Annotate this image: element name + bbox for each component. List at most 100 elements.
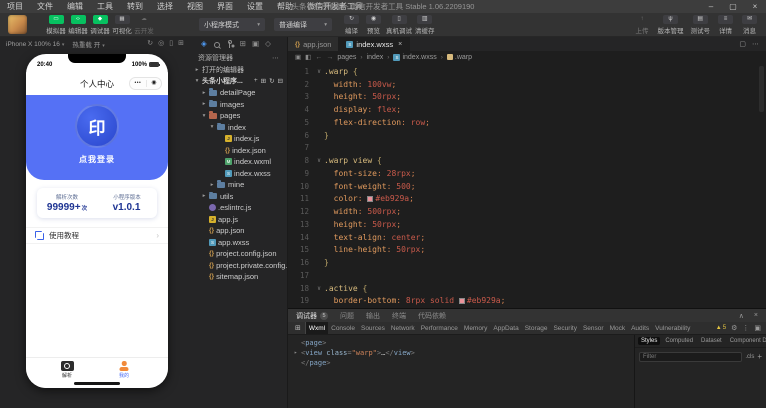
tree-item[interactable]: S index.wxss	[190, 168, 287, 180]
fold-icon[interactable]: ∨	[314, 68, 324, 75]
breadcrumb-item[interactable]: index	[367, 54, 384, 61]
exit-icon[interactable]: ◉	[151, 77, 156, 90]
user-avatar[interactable]	[8, 15, 27, 34]
window-icon[interactable]: ▣	[252, 37, 259, 51]
wxml-tree[interactable]: < page > ▸ < view class = "warp" >… </view > </pa…	[288, 335, 634, 408]
editor-tab[interactable]: Sindex.wxss ×	[339, 37, 411, 51]
tree-item[interactable]: ▾ pages	[190, 110, 287, 122]
compile-button[interactable]: ↻ 编译	[342, 14, 361, 35]
toggle-cloud[interactable]: ☁ 云开发	[133, 15, 155, 35]
code-line[interactable]: 2 width: 100vw;	[288, 78, 766, 91]
wxml-node[interactable]: < page >	[294, 338, 628, 348]
login-button[interactable]: 点我登录	[79, 154, 115, 165]
code-line[interactable]: 9 font-size: 28rpx;	[288, 167, 766, 180]
code-line[interactable]: 6 }	[288, 129, 766, 142]
menu-item[interactable]: 工具	[90, 0, 120, 13]
debugger-panel-tab[interactable]: 代码依赖	[418, 311, 446, 321]
code-line[interactable]: 5 flex-direction: row;	[288, 116, 766, 129]
menu-item[interactable]: 转到	[120, 0, 150, 13]
devtools-tab-storage[interactable]: Storage	[522, 322, 551, 334]
tree-item[interactable]: {} project.private.config.js...	[190, 260, 287, 272]
new-folder-icon[interactable]: ⊞	[261, 77, 266, 85]
inspect-icon[interactable]: ◎	[158, 37, 164, 51]
test-account-button[interactable]: ▤ 测试号	[691, 14, 710, 35]
gear-icon[interactable]: ⚙	[731, 324, 737, 332]
devtools-tab-performance[interactable]: Performance	[418, 322, 461, 334]
devtools-tab-vulnerability[interactable]: Vulnerability	[652, 322, 693, 334]
hot-reload-toggle[interactable]: 热重载 开 ▾	[72, 39, 104, 49]
tree-item[interactable]: ▾ index	[190, 122, 287, 134]
compile-mode-dropdown[interactable]: 普通编译 ▾	[274, 18, 332, 31]
toggle-visualization[interactable]: ▦ 可视化	[111, 14, 133, 35]
wxml-node[interactable]: ▸ < view class = "warp" >… </view >	[294, 348, 628, 358]
code-line[interactable]: 12 width: 500rpx;	[288, 205, 766, 218]
forward-icon[interactable]: →	[326, 54, 333, 61]
preview-button[interactable]: ◉ 预览	[364, 14, 383, 35]
search-icon[interactable]	[213, 40, 221, 49]
back-icon[interactable]: ←	[315, 54, 322, 61]
collapse-panel-icon[interactable]: ∧	[739, 312, 744, 320]
more-actions-icon[interactable]: ⋯	[752, 40, 759, 48]
menu-item[interactable]: 界面	[210, 0, 240, 13]
tree-item[interactable]: .eslintrc.js	[190, 202, 287, 214]
code-line[interactable]: 15 line-height: 50rpx;	[288, 244, 766, 257]
device-icon[interactable]: ▯	[169, 37, 173, 51]
code-line[interactable]: 19 border-bottom: 8rpx solid #eb929a;	[288, 295, 766, 308]
devtools-tab-mock[interactable]: Mock	[607, 322, 629, 334]
tabbar-item-parse[interactable]: 解析	[60, 361, 74, 379]
devtools-tab-appdata[interactable]: AppData	[490, 322, 521, 334]
tree-item[interactable]: ▸ mine	[190, 179, 287, 191]
menu-item[interactable]: 帮助	[270, 0, 300, 13]
explorer-compass-icon[interactable]: ◈	[201, 37, 207, 51]
layout-icon[interactable]: ▣	[295, 53, 301, 61]
multi-window-icon[interactable]: ⊞	[178, 37, 184, 51]
mode-dropdown[interactable]: 小程序模式 ▾	[199, 18, 265, 31]
more-icon[interactable]: ⋯	[272, 54, 279, 62]
close-button[interactable]: ×	[744, 0, 766, 13]
menu-item[interactable]: 视图	[180, 0, 210, 13]
details-button[interactable]: ≡ 详情	[717, 14, 734, 35]
devtools-tab-sensor[interactable]: Sensor	[580, 322, 607, 334]
devtools-tab-memory[interactable]: Memory	[461, 322, 490, 334]
app-logo[interactable]: 印	[75, 104, 119, 148]
expand-icon[interactable]: ▸	[294, 348, 301, 358]
split-editor-icon[interactable]: ▢	[739, 40, 746, 48]
code-line[interactable]: 18 ∨ .active {	[288, 282, 766, 295]
styles-tab-styles[interactable]: Styles	[638, 337, 661, 345]
editor-tab[interactable]: {} app.json	[288, 37, 340, 51]
bookmark-icon[interactable]: ◧	[305, 53, 311, 61]
tree-item[interactable]: {} sitemap.json	[190, 271, 287, 283]
tree-item[interactable]: {} index.json	[190, 145, 287, 157]
tree-item[interactable]: S app.wxss	[190, 237, 287, 249]
close-tab-icon[interactable]: ×	[398, 41, 402, 48]
breadcrumb-item[interactable]: .warp	[446, 54, 472, 61]
tree-item[interactable]: {} project.config.json	[190, 248, 287, 260]
add-style-icon[interactable]: +	[757, 352, 762, 362]
code-line[interactable]: 17	[288, 269, 766, 282]
rotate-icon[interactable]: ↻	[147, 37, 153, 51]
code-line[interactable]: 13 height: 50rpx;	[288, 218, 766, 231]
plugin-icon[interactable]: ◇	[265, 37, 271, 51]
toggle-editor[interactable]: ‹› 编辑器	[67, 14, 89, 35]
styles-tab-dataset[interactable]: Dataset	[698, 337, 725, 345]
tree-item[interactable]: J index.js	[190, 133, 287, 145]
tree-item[interactable]: M index.wxml	[190, 156, 287, 168]
dock-side-icon[interactable]: ▣	[754, 324, 761, 332]
tree-item[interactable]: ▸ utils	[190, 191, 287, 203]
toggle-simulator[interactable]: ▭ 模拟器	[45, 14, 67, 35]
code-line[interactable]: 7	[288, 142, 766, 155]
upload-button[interactable]: ↑ 上传	[634, 15, 651, 35]
collapse-icon[interactable]: ⊟	[278, 77, 283, 85]
maximize-button[interactable]: ▢	[722, 0, 744, 13]
device-toolbar-icon[interactable]: ⊞	[291, 322, 306, 334]
new-file-icon[interactable]: +	[254, 77, 258, 85]
version-manage-button[interactable]: ψ 版本管理	[658, 14, 684, 35]
styles-tab-computed[interactable]: Computed	[662, 337, 696, 345]
message-button[interactable]: ✉ 消息	[741, 14, 758, 35]
code-line[interactable]: 1 ∨ .warp {	[288, 65, 766, 78]
refresh-icon[interactable]: ↻	[269, 77, 274, 85]
device-selector[interactable]: iPhone X 100% 16 ▾	[6, 41, 64, 48]
tabbar-item-mine[interactable]: 我的	[115, 361, 134, 379]
code-editor[interactable]: 1 ∨ .warp { 2 width: 100vw; 3 height: 50…	[288, 63, 766, 308]
devtools-tab-sources[interactable]: Sources	[358, 322, 388, 334]
